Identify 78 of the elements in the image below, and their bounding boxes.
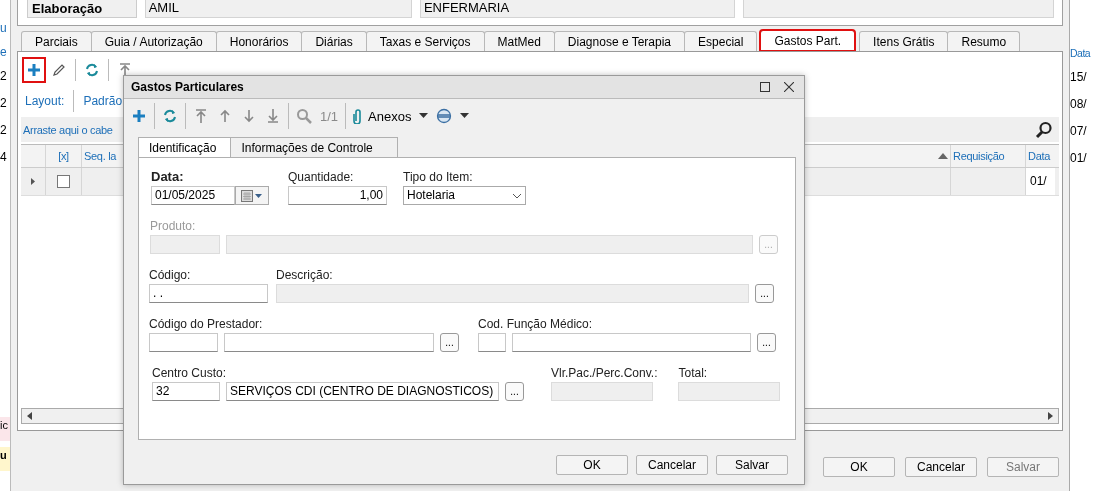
column-header[interactable]: Data	[1026, 145, 1055, 167]
tab[interactable]: Gastos Part.	[760, 30, 856, 51]
row-fragment: 2	[0, 122, 8, 139]
maximize-icon[interactable]	[760, 82, 770, 92]
cancel-button[interactable]: Cancelar	[636, 455, 708, 475]
column-header[interactable]: Data	[1070, 45, 1091, 69]
input-field[interactable]: 1,00	[288, 186, 387, 205]
tab[interactable]: Itens Grátis	[859, 31, 949, 51]
scroll-right-icon[interactable]	[1048, 412, 1053, 420]
attachments-menu-button[interactable]: Anexos	[350, 104, 432, 128]
input-field[interactable]: . .	[149, 284, 268, 303]
tab[interactable]: Taxas e Serviços	[365, 31, 485, 51]
calendar-icon[interactable]	[241, 189, 263, 202]
row-fragment: 2	[0, 68, 8, 85]
field-label: Vlr.Pac./Perc.Conv.:	[551, 366, 658, 382]
tab[interactable]: Parciais	[21, 31, 92, 51]
input-field[interactable]	[224, 333, 434, 352]
chevron-down-icon[interactable]	[512, 192, 522, 199]
row-pointer-icon[interactable]	[31, 178, 35, 185]
row-fragment: u	[0, 20, 8, 37]
row-fragment: u	[0, 447, 10, 471]
field-label: Quantidade:	[288, 170, 355, 186]
tab[interactable]: Especial	[684, 31, 758, 51]
paperclip-icon[interactable]	[353, 108, 364, 124]
caret-icon[interactable]	[419, 113, 429, 119]
field-label: Produto:	[150, 219, 197, 235]
tab[interactable]: Informações de Controle	[230, 137, 398, 157]
close-icon[interactable]	[784, 82, 794, 92]
input-field[interactable]: 32	[152, 382, 220, 401]
sort-ascending-icon[interactable]	[938, 153, 948, 159]
checkbox[interactable]	[57, 175, 70, 188]
layout-label: Layout:	[25, 94, 65, 108]
field-label: Código:	[149, 268, 192, 284]
field-label: Total:	[678, 366, 709, 382]
field-label: Centro Custo:	[152, 366, 228, 382]
input-field[interactable]	[149, 333, 218, 352]
calendar-button[interactable]	[235, 186, 269, 205]
caret-icon[interactable]	[460, 113, 470, 119]
table-cell-text: 07/	[1070, 123, 1087, 140]
lookup-button[interactable]: ...	[505, 382, 524, 401]
ok-button[interactable]: OK	[556, 455, 628, 475]
row-fragment: 2	[0, 95, 8, 112]
table-cell-text: 08/	[1070, 96, 1087, 113]
row-fragment: 4	[0, 149, 8, 166]
tab[interactable]: Identificação	[138, 137, 232, 157]
save-button[interactable]: Salvar	[716, 455, 788, 475]
field-label: Tipo do Item:	[403, 170, 474, 186]
field-label: Código do Prestador:	[149, 317, 264, 333]
field-label: Data:	[151, 170, 185, 186]
column-header[interactable]: Requisição	[951, 145, 1026, 167]
lookup-button[interactable]: ...	[440, 333, 459, 352]
input-field[interactable]: 01/05/2025	[151, 186, 235, 205]
cancel-button[interactable]: Cancelar	[905, 457, 977, 477]
row-fragment: ic	[0, 417, 10, 441]
lookup-button[interactable]: ...	[757, 333, 776, 352]
tab[interactable]: Guia / Autorização	[90, 31, 217, 51]
column-header[interactable]: [x]	[46, 145, 82, 167]
tab[interactable]: Diagnose e Terapia	[553, 31, 686, 51]
disc-icon[interactable]	[436, 108, 453, 124]
tab[interactable]: Resumo	[947, 31, 1021, 51]
dialog-title: Gastos Particulares	[131, 80, 244, 94]
dropdown-field[interactable]: Hotelaria	[403, 186, 526, 205]
scroll-left-icon[interactable]	[27, 412, 32, 420]
lookup-button[interactable]: ...	[755, 284, 774, 303]
field-label: Cod. Função Médico:	[478, 317, 594, 333]
search-icon[interactable]	[1035, 120, 1053, 139]
table-cell-text: 15/	[1070, 69, 1087, 86]
field-label: Descrição:	[276, 268, 334, 284]
table-cell-text: 01/	[1070, 150, 1087, 167]
ok-button[interactable]: OK	[823, 457, 895, 477]
layout-dropdown[interactable]: Padrão	[83, 94, 123, 108]
table-cell: 01/	[1026, 168, 1055, 195]
row-fragment: e	[0, 44, 8, 61]
status-label: Elaboração	[27, 0, 137, 18]
group-hint: Arraste aqui o cabe	[23, 123, 113, 136]
input-field[interactable]	[512, 333, 751, 352]
input-field[interactable]: SERVIÇOS CDI (CENTRO DE DIAGNOSTICOS)	[226, 382, 499, 401]
input-field[interactable]	[478, 333, 506, 352]
